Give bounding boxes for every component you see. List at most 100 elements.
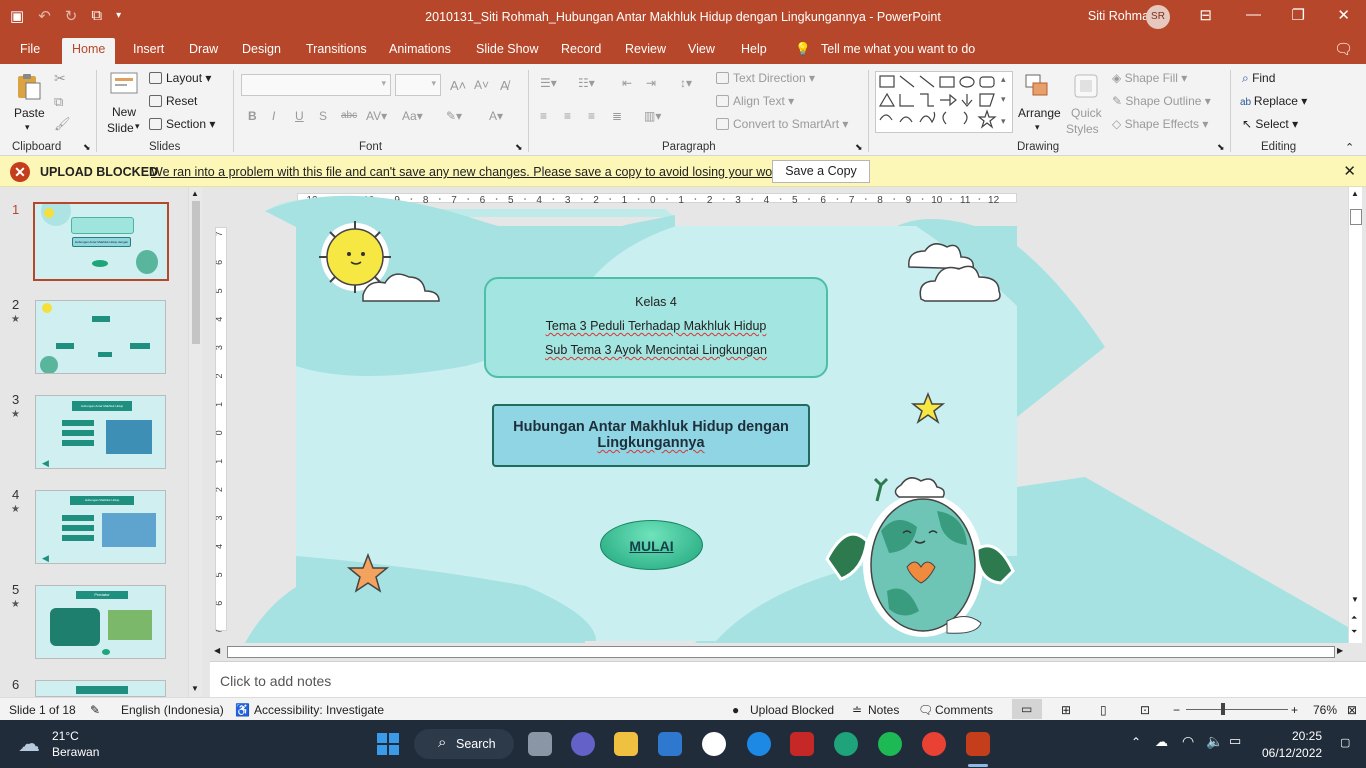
paste-button[interactable]: Paste — [14, 106, 45, 120]
scroll-down-icon[interactable]: ▼ — [191, 684, 199, 693]
tab-help[interactable]: Help — [741, 42, 767, 56]
bold-button[interactable]: B — [248, 109, 257, 123]
spelling-icon[interactable]: ✎ — [90, 703, 100, 717]
tab-review[interactable]: Review — [625, 42, 666, 56]
save-a-copy-button[interactable]: Save a Copy — [772, 160, 870, 183]
dialog-launcher-icon[interactable]: ⬊ — [515, 142, 523, 153]
zoom-slider[interactable] — [1186, 709, 1288, 710]
help-icon[interactable] — [747, 732, 771, 756]
avatar[interactable]: SR — [1146, 5, 1170, 29]
section-button[interactable]: Section ▾ — [149, 117, 215, 131]
layout-button[interactable]: Layout ▾ — [149, 71, 211, 85]
scrollbar-thumb[interactable] — [192, 201, 200, 344]
tab-draw[interactable]: Draw — [189, 42, 218, 56]
slide-vertical-scrollbar[interactable]: ▲ ▼ ⏶ ⏷ — [1348, 187, 1362, 643]
scroll-up-icon[interactable]: ▲ — [1351, 189, 1359, 198]
clock-time[interactable]: 20:25 — [1292, 729, 1322, 743]
minimize-icon[interactable]: — — [1246, 6, 1261, 23]
cut-icon[interactable]: ✂ — [54, 70, 66, 87]
wifi-icon[interactable]: ◠ — [1182, 733, 1194, 750]
clear-format-icon[interactable]: A̸ — [500, 78, 509, 93]
increase-font-icon[interactable]: A˄ — [450, 78, 466, 93]
zoom-in-icon[interactable]: + — [1291, 703, 1298, 717]
decrease-indent-icon[interactable]: ⇤ — [622, 76, 632, 90]
scroll-down-icon[interactable]: ▼ — [1351, 595, 1359, 604]
gallery-more-icon[interactable]: ▾ — [1001, 116, 1006, 127]
line-spacing-icon[interactable]: ↕▾ — [680, 76, 692, 90]
next-slide-icon[interactable]: ⏷ — [1351, 627, 1357, 637]
comments-toggle[interactable]: Comments — [935, 703, 993, 717]
char-spacing-icon[interactable]: AV▾ — [366, 109, 387, 123]
shape-fill-button[interactable]: ◈ Shape Fill ▾ — [1112, 71, 1187, 85]
reading-view-icon[interactable]: ▯ — [1100, 703, 1107, 717]
powerpoint-icon[interactable] — [966, 732, 990, 756]
zoom-out-icon[interactable]: − — [1173, 703, 1180, 717]
dialog-launcher-icon[interactable]: ⬊ — [855, 142, 863, 153]
font-family-dropdown[interactable]: ▾ — [241, 74, 391, 96]
font-color-icon[interactable]: A▾ — [489, 109, 503, 123]
gallery-scroll-down-icon[interactable]: ▾ — [1001, 94, 1006, 105]
text-direction-button[interactable]: Text Direction ▾ — [716, 71, 815, 85]
clock-date[interactable]: 06/12/2022 — [1262, 746, 1322, 760]
slide-thumbnail-2[interactable] — [35, 300, 166, 374]
taskbar-search[interactable]: ⌕ Search — [414, 729, 514, 759]
columns-icon[interactable]: ▥▾ — [644, 109, 661, 123]
slide-thumbnail-3[interactable]: Hubungan Antar Makhluk Hidup ◀ — [35, 395, 166, 469]
accessibility-icon[interactable]: ♿ — [235, 703, 250, 717]
decrease-font-icon[interactable]: A˅ — [474, 78, 489, 92]
weather-label[interactable]: Berawan — [52, 745, 99, 759]
yellow-star-sticker[interactable] — [911, 392, 945, 426]
shadow-button[interactable]: S — [319, 109, 327, 123]
thumbnail-scrollbar[interactable]: ▲ ▼ — [188, 187, 202, 697]
edge-icon[interactable] — [834, 732, 858, 756]
dialog-launcher-icon[interactable]: ⬊ — [1217, 142, 1225, 153]
maximize-icon[interactable]: ❐ — [1292, 6, 1305, 24]
message-bar-text[interactable]: We ran into a problem with this file and… — [151, 165, 786, 179]
slide-thumbnail-4[interactable]: Hubungan Makhluk Hidup ◀ — [35, 490, 166, 564]
chevron-down-icon[interactable]: ▾ — [25, 122, 30, 133]
slide-thumbnail-1[interactable]: Hubungan Antar Makhluk Hidup dengan Ling… — [33, 202, 169, 281]
bullets-icon[interactable]: ☰▾ — [540, 76, 557, 90]
tab-design[interactable]: Design — [242, 42, 281, 56]
slide-thumbnail-6[interactable] — [35, 680, 166, 697]
justify-icon[interactable]: ≣ — [612, 109, 622, 123]
change-case-button[interactable]: Aa▾ — [402, 109, 423, 123]
horizontal-scrollbar[interactable]: ◀ ▶ — [210, 643, 1348, 661]
tab-home[interactable]: Home — [62, 38, 116, 64]
chevron-down-icon[interactable]: ▾ — [135, 121, 140, 132]
quick-styles-icon[interactable] — [1072, 72, 1102, 102]
tab-record[interactable]: Record — [561, 42, 601, 56]
align-right-icon[interactable]: ≡ — [588, 109, 595, 123]
quick-styles-label-1[interactable]: Quick — [1071, 106, 1102, 120]
arrange-button[interactable]: Arrange — [1018, 106, 1061, 120]
new-slide-label-2[interactable]: Slide — [107, 121, 134, 135]
orange-star-sticker[interactable] — [346, 552, 390, 596]
format-painter-icon[interactable]: 🖌 — [54, 116, 71, 132]
tray-overflow-icon[interactable]: ⌃ — [1131, 735, 1141, 749]
tab-file[interactable]: File — [20, 42, 40, 56]
underline-button[interactable]: U — [295, 109, 304, 123]
notification-icon[interactable]: ▢ — [1340, 736, 1350, 749]
teams-chat-icon[interactable] — [571, 732, 595, 756]
close-icon[interactable]: ✕ — [1343, 162, 1356, 180]
tab-view[interactable]: View — [688, 42, 715, 56]
tab-slide-show[interactable]: Slide Show — [476, 42, 539, 56]
earth-character-sticker[interactable] — [817, 471, 1021, 643]
microsoft-store-icon[interactable] — [658, 732, 682, 756]
arrange-icon[interactable] — [1023, 72, 1053, 102]
file-explorer-icon[interactable] — [614, 732, 638, 756]
mulai-button[interactable]: MULAI — [600, 520, 703, 570]
normal-view-button[interactable]: ▭ — [1012, 699, 1042, 719]
chrome-icon[interactable] — [922, 732, 946, 756]
quick-styles-label-2[interactable]: Styles — [1066, 122, 1099, 136]
zoom-slider-thumb[interactable] — [1221, 703, 1225, 715]
tab-transitions[interactable]: Transitions — [306, 42, 367, 56]
zoom-level[interactable]: 76% — [1313, 703, 1337, 717]
volume-icon[interactable]: 🔈 — [1206, 733, 1223, 750]
align-text-button[interactable]: Align Text ▾ — [716, 94, 794, 108]
notes-pane[interactable]: Click to add notes — [210, 661, 1366, 697]
reset-button[interactable]: Reset — [149, 94, 197, 108]
gallery-scroll-up-icon[interactable]: ▴ — [1001, 74, 1006, 85]
italic-button[interactable]: I — [272, 109, 275, 123]
fit-slide-icon[interactable]: ⊠ — [1347, 703, 1357, 717]
